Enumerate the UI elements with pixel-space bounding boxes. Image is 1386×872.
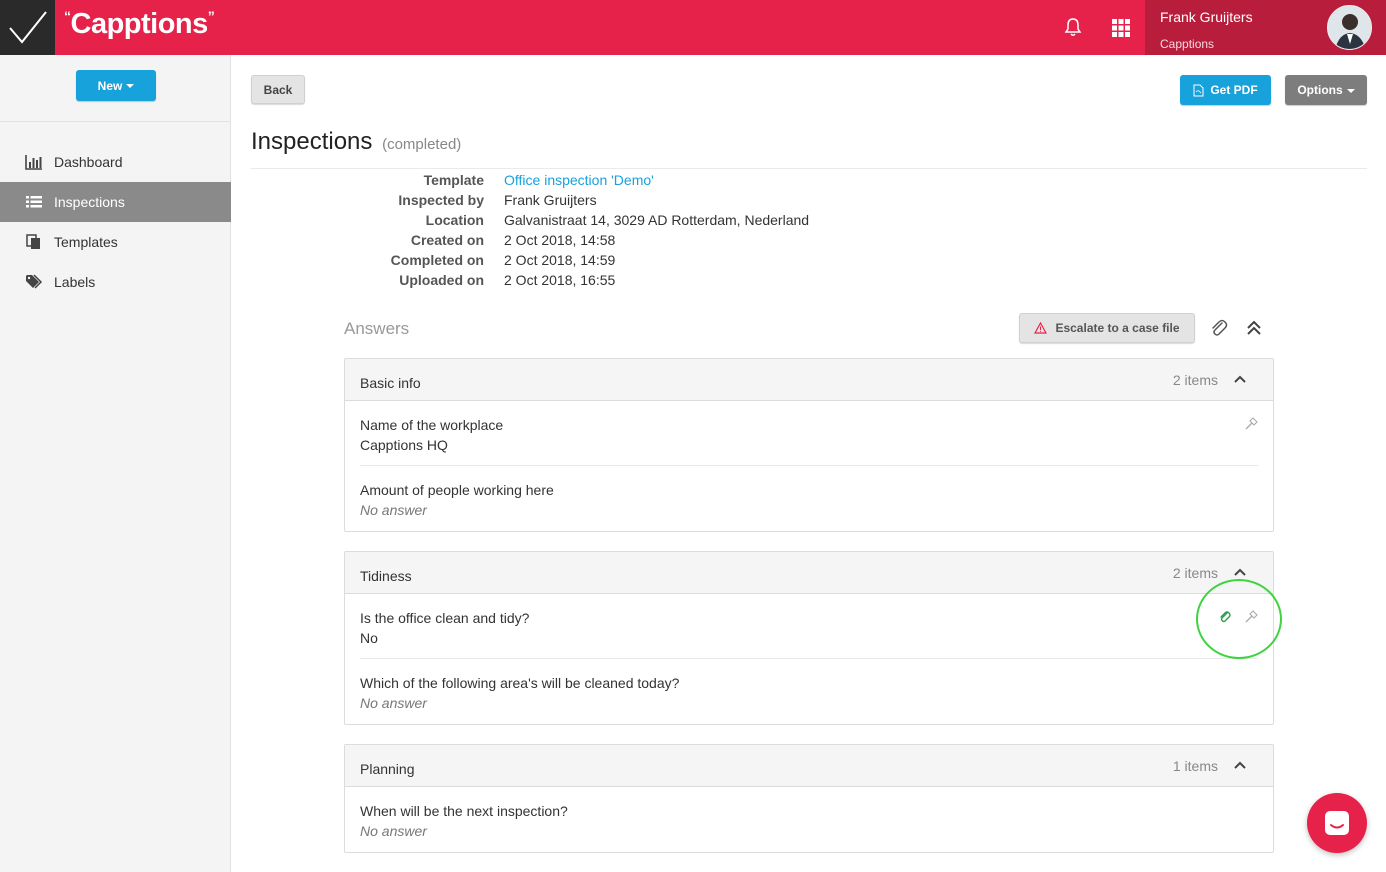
sidebar-divider (0, 121, 231, 122)
answer-text: Capptions HQ (360, 437, 448, 453)
list-item: Is the office clean and tidy? No (360, 594, 1258, 659)
list-item: When will be the next inspection? No ans… (360, 787, 1258, 852)
answer-text: No answer (360, 823, 427, 839)
notifications-bell-icon[interactable] (1062, 16, 1084, 38)
chat-icon (1325, 811, 1349, 835)
options-button[interactable]: Options (1285, 75, 1367, 105)
meta-value: 2 Oct 2018, 16:55 (504, 272, 616, 288)
meta-label: Inspected by (398, 192, 484, 208)
list-icon (26, 196, 42, 208)
app-logo[interactable]: “Capptions” (64, 8, 215, 41)
warning-icon (1034, 322, 1048, 334)
answer-text: No answer (360, 695, 427, 711)
meta-row-completed-on: Completed on 2 Oct 2018, 14:59 (300, 250, 809, 270)
section-title: Tidiness (360, 568, 412, 584)
escalate-button[interactable]: Escalate to a case file (1019, 313, 1195, 343)
meta-value: Galvanistraat 14, 3029 AD Rotterdam, Ned… (504, 212, 810, 228)
home-checkmark-logo[interactable] (0, 0, 55, 55)
apps-grid-icon[interactable] (1110, 17, 1132, 39)
list-item: Name of the workplace Capptions HQ (360, 401, 1258, 466)
highlight-annotation-circle (1196, 579, 1282, 659)
meta-row-created-on: Created on 2 Oct 2018, 14:58 (300, 230, 809, 250)
meta-label: Completed on (390, 252, 484, 268)
sidebar-item-label: Templates (54, 234, 118, 250)
meta-label: Template (423, 172, 484, 188)
answer-section-planning: Planning 1 items When will be the next i… (344, 744, 1274, 853)
user-menu[interactable]: Frank Gruijters Capptions (1145, 0, 1386, 55)
meta-value: Frank Gruijters (504, 192, 597, 208)
caret-down-icon (1346, 88, 1355, 93)
section-item-count: 2 items (1172, 372, 1218, 388)
sidebar-item-templates[interactable]: Templates (0, 222, 231, 262)
pdf-file-icon (1193, 84, 1204, 96)
chat-launcher-button[interactable] (1307, 793, 1367, 853)
inspection-meta: Template Office inspection 'Demo' Inspec… (300, 170, 809, 290)
section-header[interactable]: Tidiness 2 items (345, 552, 1273, 594)
user-organization: Capptions (1160, 37, 1215, 51)
meta-row-inspected-by: Inspected by Frank Gruijters (300, 190, 809, 210)
get-pdf-button[interactable]: Get PDF (1180, 75, 1271, 105)
chevron-up-icon[interactable] (1233, 374, 1247, 384)
section-header[interactable]: Planning 1 items (345, 745, 1273, 787)
new-button[interactable]: New (76, 70, 156, 101)
page-title: Inspections (completed) (251, 128, 462, 155)
meta-label: Created on (410, 232, 484, 248)
bar-chart-icon (25, 155, 42, 170)
section-title: Planning (360, 761, 415, 777)
answer-text: No (360, 630, 378, 646)
collapse-all-icon[interactable] (1245, 320, 1263, 336)
answers-heading: Answers (344, 319, 410, 338)
avatar[interactable] (1327, 5, 1372, 50)
back-button[interactable]: Back (251, 75, 305, 104)
meta-value: 2 Oct 2018, 14:59 (504, 252, 616, 268)
paperclip-icon[interactable] (1210, 318, 1228, 338)
answer-section-basic-info: Basic info 2 items Name of the workplace… (344, 358, 1274, 532)
chevron-up-icon[interactable] (1233, 760, 1247, 770)
sidebar-item-label: Labels (54, 274, 96, 290)
meta-row-template: Template Office inspection 'Demo' (300, 170, 809, 190)
answer-section-tidiness: Tidiness 2 items Is the office clean and… (344, 551, 1274, 725)
question-text: Is the office clean and tidy? (360, 610, 530, 626)
sidebar-item-label: Inspections (54, 194, 125, 210)
avatar-person-icon (1328, 6, 1371, 49)
section-header[interactable]: Basic info 2 items (345, 359, 1273, 401)
meta-row-uploaded-on: Uploaded on 2 Oct 2018, 16:55 (300, 270, 809, 290)
caret-down-icon (126, 84, 135, 89)
list-item: Amount of people working here No answer (360, 466, 1258, 531)
section-item-count: 1 items (1172, 758, 1218, 774)
chevron-up-icon[interactable] (1233, 567, 1247, 577)
question-text: Which of the following area's will be cl… (360, 675, 680, 691)
sidebar-nav: Dashboard Inspections Templates Labels (0, 142, 231, 302)
meta-label: Location (425, 212, 484, 228)
inspection-status: (completed) (382, 136, 462, 153)
template-link[interactable]: Office inspection 'Demo' (504, 172, 654, 188)
checkmark-icon (9, 11, 47, 44)
sidebar: New Dashboard Inspections Templates Labe… (0, 55, 231, 872)
section-title: Basic info (360, 375, 421, 391)
title-divider (251, 168, 1367, 169)
meta-label: Uploaded on (399, 272, 484, 288)
tags-icon (26, 274, 43, 289)
user-name: Frank Gruijters (1160, 9, 1253, 25)
sidebar-item-inspections[interactable]: Inspections (0, 182, 231, 222)
list-item: Which of the following area's will be cl… (360, 659, 1258, 724)
section-item-count: 2 items (1172, 565, 1218, 581)
meta-row-location: Location Galvanistraat 14, 3029 AD Rotte… (300, 210, 809, 230)
top-bar: “Capptions” Frank Gruijters Capptions (0, 0, 1386, 55)
sidebar-item-labels[interactable]: Labels (0, 262, 231, 302)
question-text: When will be the next inspection? (360, 803, 568, 819)
question-text: Amount of people working here (360, 482, 554, 498)
meta-value: 2 Oct 2018, 14:58 (504, 232, 616, 248)
hammer-icon[interactable] (1244, 417, 1258, 431)
copy-icon (26, 234, 40, 249)
question-text: Name of the workplace (360, 417, 504, 433)
sidebar-item-label: Dashboard (54, 154, 123, 170)
answer-text: No answer (360, 502, 427, 518)
sidebar-item-dashboard[interactable]: Dashboard (0, 142, 231, 182)
